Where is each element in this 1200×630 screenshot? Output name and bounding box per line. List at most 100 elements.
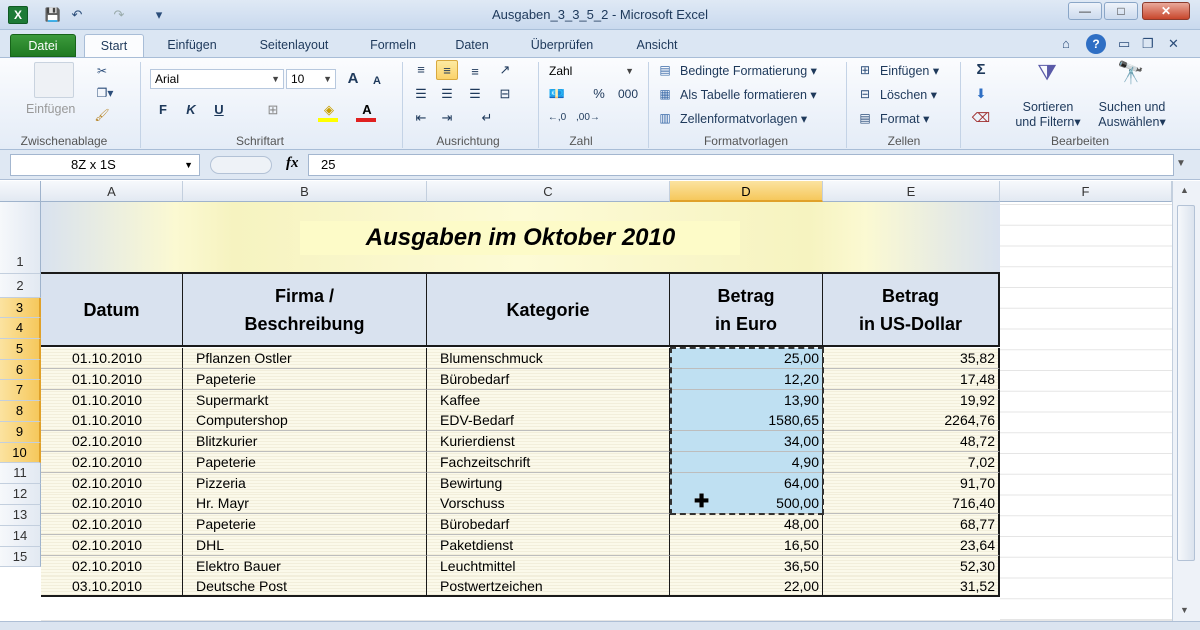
cell-kategorie[interactable]: Bürobedarf — [427, 514, 670, 535]
row-header-1[interactable]: 1 — [0, 202, 41, 274]
insert-cells-icon[interactable]: ⊞ — [856, 63, 874, 77]
cell-usd[interactable]: 23,64 — [823, 534, 1000, 556]
cell-euro[interactable]: 48,00 — [670, 514, 823, 535]
name-box[interactable]: 8Z x 1S ▼ — [10, 154, 200, 176]
cell-firma[interactable]: DHL — [183, 534, 427, 556]
cell-datum[interactable]: 02.10.2010 — [41, 472, 183, 494]
format-cells-button[interactable]: Format ▾ — [880, 111, 929, 126]
sort-filter-icon[interactable]: ⧩ — [1030, 60, 1064, 92]
paste-button[interactable]: Einfügen — [26, 102, 75, 116]
close-button[interactable]: ✕ — [1142, 2, 1190, 20]
namebox-splitter[interactable] — [210, 156, 272, 174]
cell-datum[interactable]: 03.10.2010 — [41, 576, 183, 598]
cell-usd[interactable]: 91,70 — [823, 472, 1000, 494]
cell-firma[interactable]: Blitzkurier — [183, 431, 427, 452]
copy-icon[interactable]: ❐▾ — [94, 86, 116, 100]
row-header-8[interactable]: 8 — [0, 401, 41, 422]
formula-input[interactable]: 25 — [308, 154, 1174, 176]
workbook-minimize-icon[interactable]: ▭ — [1118, 36, 1130, 52]
row-header-9[interactable]: 9 — [0, 422, 41, 443]
find-select-label-2[interactable]: Auswählen▾ — [1092, 114, 1172, 129]
cell-firma[interactable]: Papeterie — [183, 514, 427, 535]
font-size-combo[interactable]: 10 ▼ — [286, 69, 336, 89]
maximize-button[interactable]: □ — [1104, 2, 1138, 20]
cell-datum[interactable]: 02.10.2010 — [41, 514, 183, 535]
merge-center-icon[interactable]: ⊟ — [494, 84, 516, 104]
cell-firma[interactable]: Pizzeria — [183, 472, 427, 494]
clear-icon[interactable]: ⌫ — [970, 108, 992, 128]
cell-usd[interactable]: 52,30 — [823, 555, 1000, 577]
sort-filter-label-2[interactable]: und Filtern▾ — [1008, 114, 1088, 129]
scroll-up-icon[interactable]: ▲ — [1180, 185, 1189, 195]
tab-ansicht[interactable]: Ansicht — [620, 34, 694, 57]
cell-kategorie[interactable]: Bewirtung — [427, 472, 670, 494]
cell-kategorie[interactable]: Kurierdienst — [427, 431, 670, 452]
align-bottom-icon[interactable]: ≡ — [464, 62, 486, 82]
row-header-5[interactable]: 5 — [0, 339, 41, 360]
row-header-6[interactable]: 6 — [0, 360, 41, 380]
cell-euro[interactable]: 12,20 — [670, 368, 823, 390]
scroll-thumb[interactable] — [1177, 205, 1195, 561]
shrink-font-button[interactable]: A — [366, 71, 388, 91]
cell-firma[interactable]: Papeterie — [183, 368, 427, 390]
minimize-button[interactable]: — — [1068, 2, 1102, 20]
cell-kategorie[interactable]: Blumenschmuck — [427, 348, 670, 369]
font-name-combo[interactable]: Arial ▼ — [150, 69, 284, 89]
conditional-format-button[interactable]: Bedingte Formatierung ▾ — [680, 63, 817, 78]
row-header-12[interactable]: 12 — [0, 484, 41, 505]
cell-firma[interactable]: Elektro Bauer — [183, 555, 427, 577]
workbook-restore-icon[interactable]: ❐ — [1142, 36, 1154, 52]
fill-color-icon[interactable]: ◈ — [318, 100, 340, 120]
row-header-3[interactable]: 3 — [0, 298, 41, 318]
cell-firma[interactable]: Pflanzen Ostler — [183, 348, 427, 369]
decrease-indent-icon[interactable]: ⇤ — [410, 108, 432, 128]
cell-kategorie[interactable]: Paketdienst — [427, 534, 670, 556]
tab-einfuegen[interactable]: Einfügen — [152, 34, 232, 57]
column-header-e[interactable]: E — [823, 181, 1000, 202]
help-icon[interactable]: ? — [1086, 34, 1106, 54]
cell-datum[interactable]: 02.10.2010 — [41, 555, 183, 577]
cell-usd[interactable]: 2264,76 — [823, 410, 1000, 432]
cell-euro[interactable]: 64,00 — [670, 472, 823, 494]
cell-firma[interactable]: Deutsche Post — [183, 576, 427, 598]
column-header-a[interactable]: A — [41, 181, 183, 202]
tab-start[interactable]: Start — [84, 34, 144, 57]
expand-formula-icon[interactable]: ▼ — [1176, 158, 1186, 169]
find-select-icon[interactable]: 🔭 — [1114, 60, 1148, 92]
cell-euro[interactable]: 25,00 — [670, 348, 823, 369]
row-header-4[interactable]: 4 — [0, 318, 41, 339]
tab-daten[interactable]: Daten — [440, 34, 504, 57]
sort-filter-label-1[interactable]: Sortieren — [1018, 100, 1078, 114]
borders-icon[interactable]: ⊞ — [262, 100, 284, 120]
cell-firma[interactable]: Computershop — [183, 410, 427, 432]
cell-euro[interactable]: 4,90 — [670, 451, 823, 473]
autosum-button[interactable]: Σ — [970, 60, 992, 80]
cell-datum[interactable]: 02.10.2010 — [41, 534, 183, 556]
vertical-scrollbar[interactable]: ▲ ▼ — [1172, 181, 1200, 621]
cell-kategorie[interactable]: Postwertzeichen — [427, 576, 670, 598]
cell-euro[interactable]: 22,00 — [670, 576, 823, 598]
cell-usd[interactable]: 48,72 — [823, 431, 1000, 452]
row-header-10[interactable]: 10 — [0, 443, 41, 463]
increase-indent-icon[interactable]: ⇥ — [436, 108, 458, 128]
grow-font-button[interactable]: A — [342, 69, 364, 89]
align-top-icon[interactable]: ≡ — [410, 60, 432, 80]
format-painter-icon[interactable]: 🖌 — [94, 108, 110, 122]
scroll-down-icon[interactable]: ▼ — [1180, 605, 1189, 615]
align-middle-icon[interactable]: ≡ — [436, 60, 458, 80]
increase-decimal-icon[interactable]: ←,0 — [546, 108, 568, 128]
cell-euro[interactable]: 500,00 — [670, 493, 823, 515]
insert-cells-button[interactable]: Einfügen ▾ — [880, 63, 939, 78]
cell-firma[interactable]: Papeterie — [183, 451, 427, 473]
percent-button[interactable]: % — [588, 84, 610, 104]
row-header-11[interactable]: 11 — [0, 463, 41, 484]
find-select-label-1[interactable]: Suchen und — [1092, 100, 1172, 114]
cell-datum[interactable]: 02.10.2010 — [41, 431, 183, 452]
sheet-tabs-bar[interactable] — [0, 621, 1200, 630]
column-header-b[interactable]: B — [183, 181, 427, 202]
thousands-button[interactable]: 000 — [614, 84, 642, 104]
delete-cells-button[interactable]: Löschen ▾ — [880, 87, 937, 102]
underline-button[interactable]: U — [208, 100, 230, 120]
cut-icon[interactable]: ✂ — [94, 64, 110, 78]
cell-datum[interactable]: 02.10.2010 — [41, 451, 183, 473]
